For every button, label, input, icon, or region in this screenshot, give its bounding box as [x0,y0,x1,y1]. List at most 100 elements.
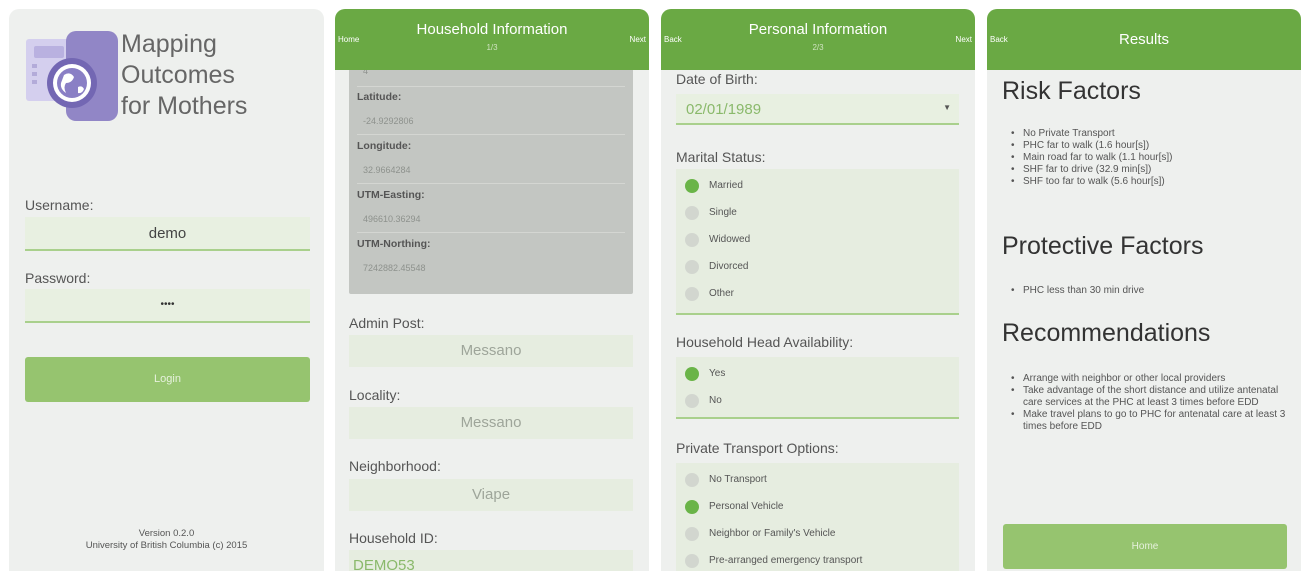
list-item: No Private Transport [1003,128,1293,140]
radio-unselected-icon [685,472,699,487]
radio-unselected-icon [685,259,699,274]
radio-unselected-icon [685,286,699,301]
radio-label: Married [709,180,743,191]
page-title: Personal Information [748,21,888,38]
radio-widowed[interactable]: Widowed [685,226,750,253]
results-screen: Back Results Risk Factors No Private Tra… [987,9,1301,571]
personal-header: Back Personal Information 2/3 Next [661,9,975,70]
radio-personal-vehicle[interactable]: Personal Vehicle [685,493,784,520]
password-field[interactable]: •••• [25,289,310,323]
neighborhood-label: Neighborhood: [349,458,441,474]
recommendations-list: Arrange with neighbor or other local pro… [1003,373,1288,433]
radio-other[interactable]: Other [685,280,734,307]
radio-divorced[interactable]: Divorced [685,253,748,280]
step-indicator: 1/3 [486,43,498,52]
household-id-field[interactable]: DEMO53 [349,550,633,571]
divider [357,86,625,87]
gps-info-block: 4 Latitude: -24.9292806 Longitude: 32.96… [349,64,633,294]
step-indicator: 2/3 [812,43,824,52]
divider [357,232,625,233]
dob-select[interactable]: 02/01/1989 ▼ [676,94,959,125]
app-name: Mapping Outcomes for Mothers [121,29,247,122]
dropdown-arrow-icon: ▼ [943,103,951,112]
dob-value: 02/01/1989 [686,101,762,118]
utm-easting-value: 496610.36294 [363,214,421,224]
household-id-label: Household ID: [349,530,438,546]
app-name-line: Outcomes [121,61,235,89]
username-label: Username: [25,197,94,213]
version-text: Version 0.2.0 [138,528,195,539]
transport-group: No Transport Personal Vehicle Neighbor o… [676,463,959,571]
radio-no[interactable]: No [685,387,722,414]
username-field[interactable]: demo [25,217,310,251]
radio-label: Yes [709,368,726,379]
home-button[interactable]: Home [1003,524,1287,569]
next-nav-button[interactable]: Next [630,35,646,44]
admin-post-label: Admin Post: [349,315,425,331]
utm-easting-label: UTM-Easting: [357,189,425,201]
radio-emergency-transport[interactable]: Pre-arranged emergency transport [685,547,862,571]
page-title: Household Information [416,21,568,38]
list-item: Take advantage of the short distance and… [1003,385,1288,409]
login-button[interactable]: Login [25,357,310,402]
protective-factors-list: PHC less than 30 min drive [1003,285,1293,297]
risk-factors-heading: Risk Factors [1002,77,1141,105]
radio-yes[interactable]: Yes [685,360,725,387]
household-head-group: Yes No [676,357,959,419]
copyright-text: University of British Columbia (c) 2015 [85,540,248,551]
radio-selected-icon [685,499,699,514]
page-title: Results [1118,31,1170,48]
admin-post-field[interactable]: Messano [349,335,633,367]
transport-label: Private Transport Options: [676,440,839,456]
divider [357,183,625,184]
locality-field[interactable]: Messano [349,407,633,439]
radio-label: No [709,395,722,406]
next-nav-button[interactable]: Next [956,35,972,44]
app-name-line: for Mothers [121,92,248,120]
list-item: PHC far to walk (1.6 hour[s]) [1003,140,1293,152]
radio-no-transport[interactable]: No Transport [685,466,767,493]
radio-selected-icon [685,366,699,381]
radio-label: Widowed [709,234,751,245]
radio-single[interactable]: Single [685,199,737,226]
list-item: Make travel plans to go to PHC for anten… [1003,409,1288,433]
latitude-value: -24.9292806 [363,116,414,126]
radio-label: Pre-arranged emergency transport [709,555,863,566]
list-item: SHF far to drive (32.9 min[s]) [1003,164,1293,176]
app-logo [26,31,118,121]
protective-factors-heading: Protective Factors [1002,232,1204,260]
radio-unselected-icon [685,393,699,408]
app-name-line: Mapping [121,30,217,58]
radio-unselected-icon [685,205,699,220]
radio-label: Single [709,207,737,218]
radio-married[interactable]: Married [685,172,743,199]
radio-label: Personal Vehicle [709,501,784,512]
radio-unselected-icon [685,526,699,541]
utm-northing-label: UTM-Northing: [357,238,431,250]
personal-screen: Date of Birth: 02/01/1989 ▼ Marital Stat… [661,9,975,571]
neighborhood-field[interactable]: Viape [349,479,633,511]
radio-label: Divorced [709,261,749,272]
login-screen: Mapping Outcomes for Mothers Username: d… [9,9,324,571]
household-screen: 4 Latitude: -24.9292806 Longitude: 32.96… [335,9,649,571]
marital-status-group: Married Single Widowed Divorced Other [676,169,959,315]
radio-label: No Transport [709,474,767,485]
dob-label: Date of Birth: [676,71,758,87]
version-info: Version 0.2.0 University of British Colu… [9,528,324,552]
locality-label: Locality: [349,387,401,403]
longitude-value: 32.9664284 [363,165,411,175]
password-label: Password: [25,270,91,286]
utm-northing-value: 7242882.45548 [363,263,426,273]
latitude-label: Latitude: [357,91,402,103]
username-value: demo [148,225,187,242]
list-item: Main road far to walk (1.1 hour[s]) [1003,152,1293,164]
recommendations-heading: Recommendations [1002,319,1211,347]
radio-family-vehicle[interactable]: Neighbor or Family's Vehicle [685,520,835,547]
radio-selected-icon [685,178,699,193]
longitude-label: Longitude: [357,140,412,152]
password-value: •••• [160,299,175,310]
household-header: Home Household Information 1/3 Next [335,9,649,70]
radio-unselected-icon [685,553,699,568]
divider [357,134,625,135]
risk-factors-list: No Private Transport PHC far to walk (1.… [1003,128,1293,188]
